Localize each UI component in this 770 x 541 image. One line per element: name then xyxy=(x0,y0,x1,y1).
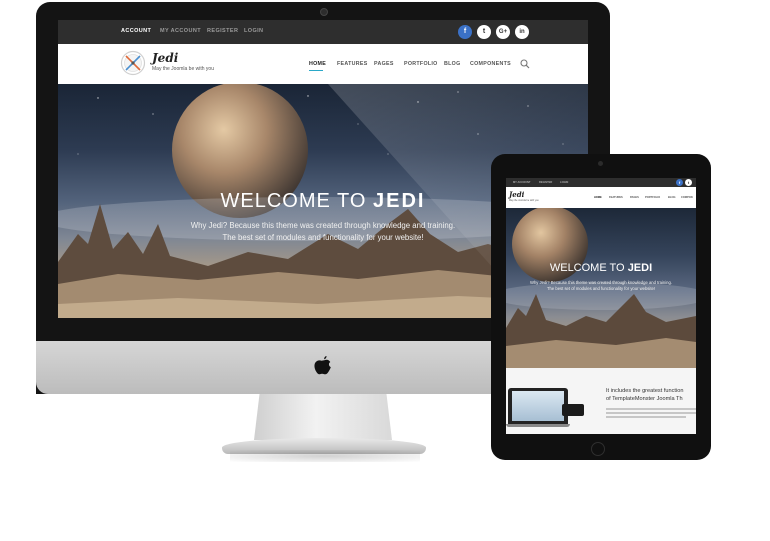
tablet-facebook-icon[interactable]: f xyxy=(676,179,683,186)
tablet-logo-name[interactable]: Jedi xyxy=(509,190,524,199)
logo-name[interactable]: Jedi xyxy=(152,51,178,65)
tablet-features-section: It includes the greatest function of Tem… xyxy=(506,368,696,434)
laptop-base-illustration xyxy=(506,424,570,427)
topbar-link-my-account[interactable]: MY ACCOUNT xyxy=(160,28,201,34)
tablet-hero-subtitle-line1: Why Jedi? Because this theme was created… xyxy=(530,280,672,285)
tablet-top-bar: MY ACCOUNT REGISTER LOGIN f t xyxy=(506,178,696,187)
tablet-hero-title: WELCOME TO JEDI xyxy=(506,262,696,274)
nav-home[interactable]: HOME xyxy=(309,61,326,67)
tablet-topbar-link-register[interactable]: REGISTER xyxy=(539,181,552,184)
phone-illustration xyxy=(562,404,584,416)
tablet-features-text-line xyxy=(606,408,696,410)
home-button xyxy=(591,442,605,456)
tablet-features-heading-line2: of TemplateMonster Joomla Th xyxy=(606,396,683,402)
nav-blog[interactable]: BLOG xyxy=(444,61,461,67)
nav-features[interactable]: FEATURES xyxy=(337,61,368,67)
camera-icon xyxy=(320,8,328,16)
nav-portfolio[interactable]: PORTFOLIO xyxy=(404,61,438,67)
tablet-twitter-icon[interactable]: t xyxy=(685,179,692,186)
tablet-features-text-line xyxy=(606,416,686,418)
top-bar: ACCOUNT MY ACCOUNT REGISTER LOGIN f t G+… xyxy=(58,20,588,44)
laptop-screen-illustration xyxy=(512,391,564,421)
tablet-nav-blog[interactable]: BLOG xyxy=(668,196,676,199)
hero-title-emphasis: JEDI xyxy=(373,190,426,212)
tablet-logo-tagline: May the Joomla be with you xyxy=(509,199,539,202)
nav-active-indicator xyxy=(309,70,323,71)
tablet-hero-title-prefix: WELCOME TO xyxy=(549,262,625,274)
laptop-illustration xyxy=(506,388,570,427)
topbar-link-register[interactable]: REGISTER xyxy=(207,28,238,34)
topbar-link-account[interactable]: ACCOUNT xyxy=(121,28,151,34)
tablet-topbar-link-login[interactable]: LOGIN xyxy=(560,181,568,184)
nav-components[interactable]: COMPONENTS xyxy=(470,61,511,67)
tablet-nav-features[interactable]: FEATURES xyxy=(609,196,623,199)
tablet-hero-title-emphasis: JEDI xyxy=(627,262,653,274)
tablet-nav-portfolio[interactable]: PORTFOLIO xyxy=(645,196,660,199)
tablet-hero-banner: WELCOME TO JEDI Why Jedi? Because this t… xyxy=(506,208,696,368)
site-header: Jedi May the Joomla be with you HOME FEA… xyxy=(58,44,588,84)
tablet-hero-subtitle-line2: The best set of modules and functionalit… xyxy=(546,286,655,291)
tablet-features-text-line xyxy=(606,412,696,414)
logo-emblem-icon xyxy=(120,50,146,76)
tablet-topbar-link-my-account[interactable]: MY ACCOUNT xyxy=(513,181,530,184)
hero-title-prefix: WELCOME TO xyxy=(220,190,367,212)
camera-icon xyxy=(598,161,603,166)
logo-tagline: May the Joomla be with you xyxy=(152,66,214,72)
linkedin-icon[interactable]: in xyxy=(515,25,529,39)
tablet-screen: MY ACCOUNT REGISTER LOGIN f t Jedi May t… xyxy=(506,178,696,434)
imac-shadow xyxy=(230,450,420,462)
tablet-nav-home[interactable]: HOME xyxy=(594,196,602,199)
tablet-nav-components[interactable]: COMPON xyxy=(681,196,693,199)
imac-stand xyxy=(254,394,392,440)
nav-pages[interactable]: PAGES xyxy=(374,61,394,67)
tablet-features-heading-line1: It includes the greatest function xyxy=(606,388,684,394)
tablet-nav-pages[interactable]: PAGES xyxy=(630,196,639,199)
tablet-site-header: Jedi May the Joomla be with you HOME FEA… xyxy=(506,187,696,208)
ipad-frame: MY ACCOUNT REGISTER LOGIN f t Jedi May t… xyxy=(491,154,711,460)
twitter-icon[interactable]: t xyxy=(477,25,491,39)
apple-logo-icon xyxy=(314,356,331,375)
google-plus-icon[interactable]: G+ xyxy=(496,25,510,39)
search-icon[interactable] xyxy=(520,59,530,69)
facebook-icon[interactable]: f xyxy=(458,25,472,39)
topbar-link-login[interactable]: LOGIN xyxy=(244,28,263,34)
